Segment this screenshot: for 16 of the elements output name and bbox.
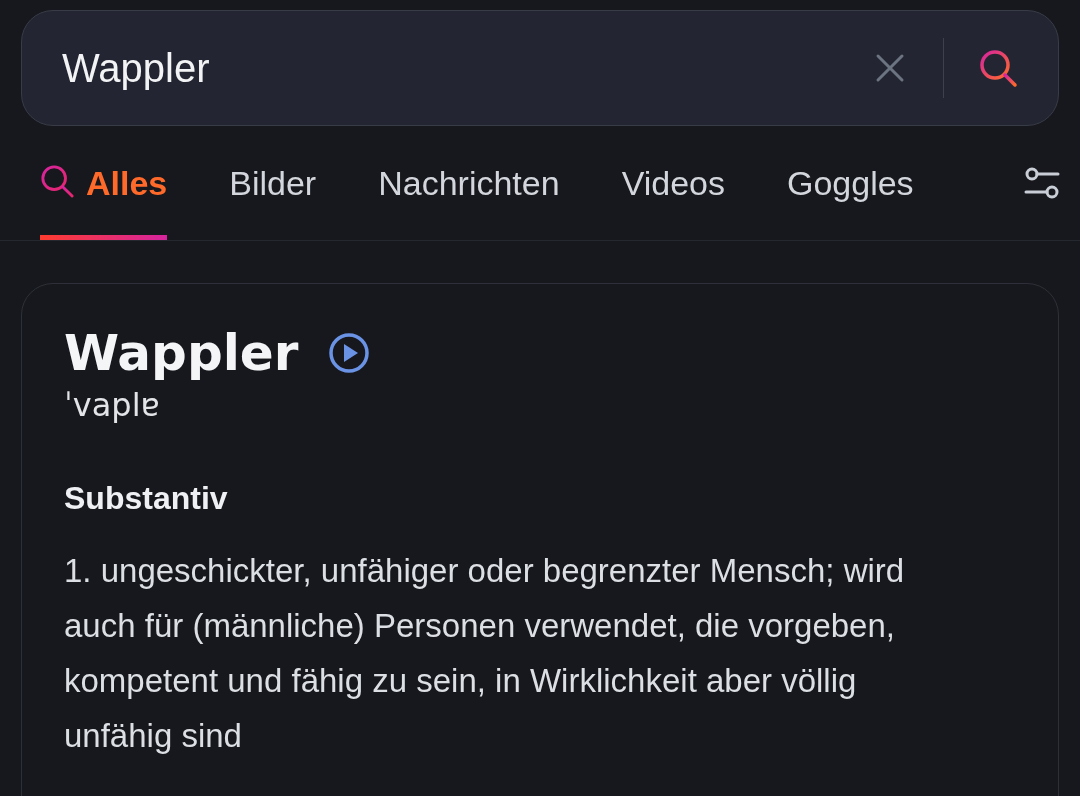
tab[interactable]: Bilder <box>229 126 317 240</box>
filter-sliders-icon[interactable] <box>1024 166 1060 200</box>
search-icon <box>40 163 74 198</box>
part-of-speech: Substantiv <box>64 480 229 517</box>
tab[interactable]: Nachrichten <box>378 126 560 240</box>
tab[interactable]: Alles <box>40 126 168 240</box>
pronunciation: ˈvaplɐ <box>64 386 161 424</box>
close-icon[interactable] <box>874 53 905 83</box>
definition-text: 1. ungeschickter, unfähiger oder begrenzter Mensch; wird auch für (männliche) Personen verwendet, die vorgeben, kompetent und fähig zu sein, in Wirklichkeit aber völlig unfähig sind <box>64 551 906 756</box>
word-heading: Wappler <box>64 324 299 382</box>
tab[interactable]: Goggles <box>787 126 914 240</box>
search-bar[interactable]: Wappler <box>21 10 1059 126</box>
tab[interactable]: Videos <box>621 126 725 240</box>
play-icon[interactable] <box>328 332 371 374</box>
search-icon[interactable] <box>978 48 1018 88</box>
search-field[interactable]: Wappler <box>62 45 875 91</box>
